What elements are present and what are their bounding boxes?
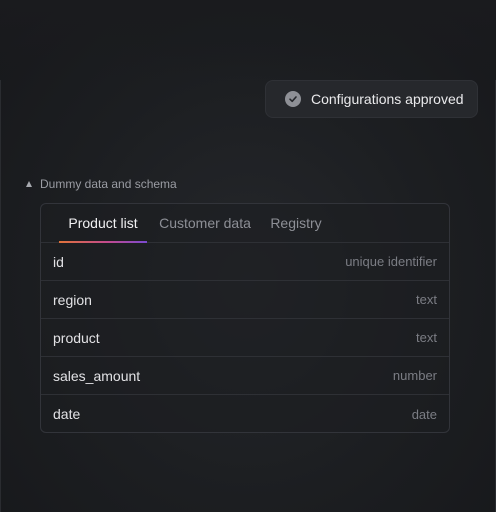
field-type: unique identifier (345, 254, 437, 269)
toast-message: Configurations approved (311, 91, 464, 107)
field-type: text (416, 292, 437, 307)
field-name: product (53, 329, 100, 346)
field-name: sales_amount (53, 367, 141, 384)
field-name: id (53, 253, 64, 270)
table-row: region text (41, 281, 449, 319)
schema-table: id unique identifier region text product… (41, 243, 449, 432)
field-name: date (53, 406, 81, 422)
section-toggle[interactable]: Dummy data and schema (26, 176, 177, 192)
schema-card: Product list Customer data Registry id u… (40, 203, 450, 433)
active-tab-indicator (59, 241, 147, 243)
frame-left-border (0, 80, 1, 512)
field-name: region (53, 291, 92, 308)
table-row: product text (41, 319, 449, 357)
tab-label: Customer data (159, 215, 251, 231)
table-row: sales_amount number (41, 357, 449, 395)
tab-bar: Product list Customer data Registry (41, 204, 449, 243)
section-title: Dummy data and schema (40, 177, 177, 191)
tab-customer-data[interactable]: Customer data (155, 204, 255, 242)
tab-registry[interactable]: Registry (267, 204, 325, 242)
table-row: id unique identifier (41, 243, 449, 281)
tab-label: Product list (68, 215, 138, 231)
top-shade (0, 0, 496, 80)
field-type: date (411, 406, 437, 422)
field-type: number (392, 368, 437, 383)
check-circle-icon (285, 91, 301, 107)
caret-up-icon (26, 181, 32, 187)
tab-product-list[interactable]: Product list (59, 204, 147, 243)
field-type: text (416, 330, 437, 345)
tab-label: Registry (270, 215, 322, 231)
toast-notification: Configurations approved (265, 80, 478, 118)
table-row: date date (41, 395, 449, 432)
